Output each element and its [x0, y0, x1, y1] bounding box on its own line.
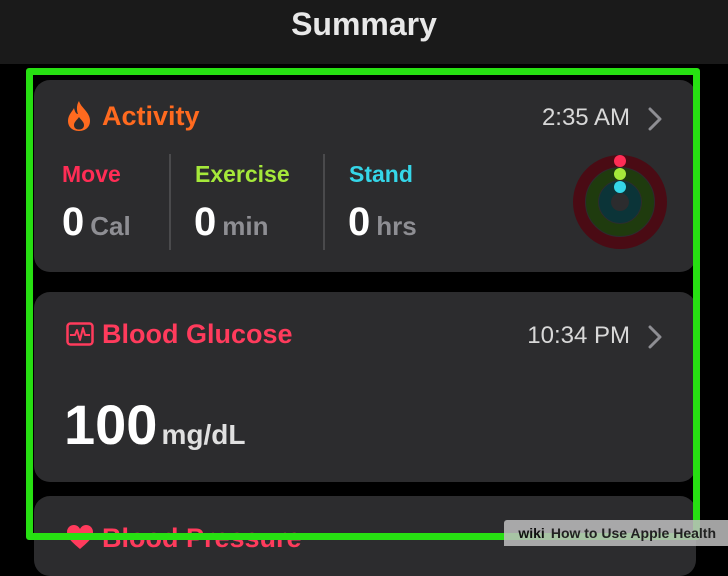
waveform-icon [66, 322, 94, 346]
blood-glucose-title: Blood Glucose [102, 319, 293, 349]
activity-rings-icon [573, 155, 667, 249]
move-number: 0 [62, 200, 85, 244]
blood-pressure-title: Blood Pressure [102, 523, 302, 553]
stand-label: Stand [349, 161, 413, 187]
move-unit: Cal [90, 211, 131, 241]
blood-glucose-value: 100 mg/dL [64, 392, 245, 457]
activity-card[interactable]: Activity 2:35 AM Move 0 Cal Exercise 0 min… [34, 80, 696, 272]
watermark-brand: wiki [518, 525, 545, 541]
blood-glucose-card[interactable]: Blood Glucose 10:34 PM 100 mg/dL [34, 292, 696, 482]
chevron-right-icon[interactable] [648, 325, 662, 349]
metric-divider [169, 154, 171, 250]
move-value: 0 Cal [62, 200, 131, 253]
exercise-label: Exercise [195, 161, 290, 187]
exercise-unit: min [222, 211, 269, 241]
blood-glucose-unit: mg/dL [161, 419, 246, 450]
move-label: Move [62, 161, 121, 187]
stand-number: 0 [348, 200, 371, 244]
watermark: wiki How to Use Apple Health [504, 520, 728, 546]
chevron-right-icon[interactable] [648, 107, 662, 131]
heart-icon [67, 525, 93, 549]
activity-title: Activity [102, 101, 200, 131]
nav-header: Summary [0, 0, 728, 64]
metric-divider [323, 154, 325, 250]
blood-glucose-time: 10:34 PM [527, 322, 630, 349]
flame-icon [68, 101, 90, 131]
watermark-text: How to Use Apple Health [550, 525, 716, 541]
blood-glucose-number: 100 [64, 393, 158, 456]
stand-unit: hrs [376, 211, 417, 241]
activity-time: 2:35 AM [541, 104, 630, 131]
stand-value: 0 hrs [348, 200, 417, 253]
exercise-number: 0 [194, 200, 217, 244]
exercise-value: 0 min [194, 200, 268, 253]
page-title: Summary [291, 6, 437, 42]
